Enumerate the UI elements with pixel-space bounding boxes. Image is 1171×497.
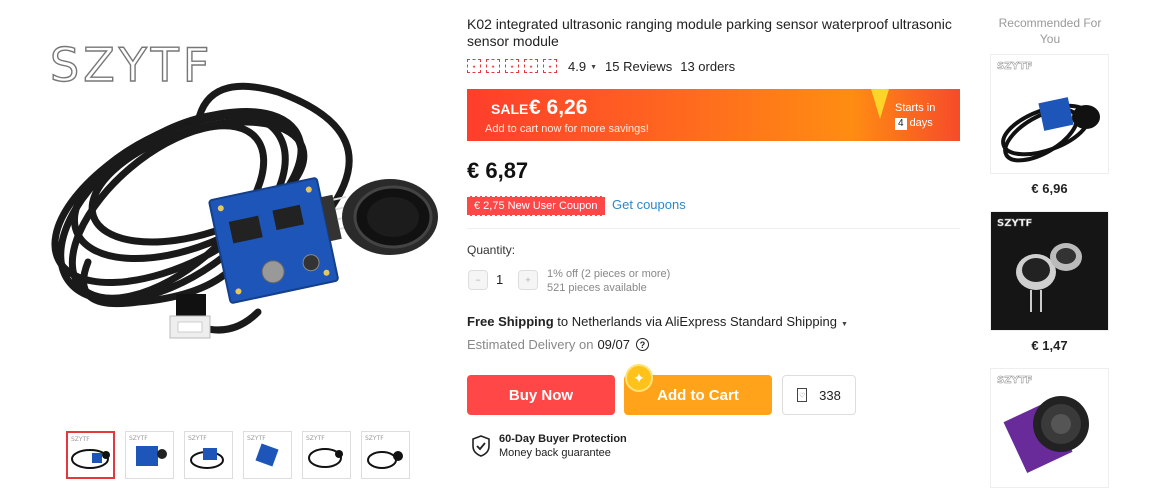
chevron-down-icon[interactable]: ▼ xyxy=(590,64,597,71)
quantity-increase-button[interactable]: + xyxy=(518,270,538,290)
rating-value: 4.9 xyxy=(568,58,587,74)
days-label: days xyxy=(909,117,933,129)
thumbnail-1[interactable]: SZYTF xyxy=(66,431,115,479)
buyer-protection-title: 60-Day Buyer Protection xyxy=(499,433,627,445)
star-icon: ★ xyxy=(524,59,538,73)
estimated-delivery: Estimated Delivery on 09/07 ? xyxy=(467,337,649,352)
divider xyxy=(467,228,960,229)
heart-icon: ♡ xyxy=(797,388,808,402)
wishlist-count: 338 xyxy=(819,387,841,403)
recommended-item-image xyxy=(1003,396,1089,473)
sale-countdown: Starts in 4 days xyxy=(895,101,935,131)
product-title: K02 integrated ultrasonic ranging module… xyxy=(467,16,952,49)
sale-price: € 6,26 xyxy=(529,96,588,119)
thumbnail-6[interactable]: SZYTF xyxy=(361,431,410,479)
recommended-item-price: € 1,47 xyxy=(1031,338,1068,353)
buy-now-button[interactable]: Buy Now xyxy=(467,375,615,415)
sale-label: SALE xyxy=(491,101,529,117)
star-icon: ★ xyxy=(505,59,519,73)
brand-watermark: SZYTF xyxy=(49,37,214,92)
recommended-item-image xyxy=(1016,243,1082,312)
quantity-note: 1% off (2 pieces or more) 521 pieces ava… xyxy=(547,267,670,295)
sale-subtext: Add to cart now for more savings! xyxy=(485,123,649,135)
days-count: 4 xyxy=(895,118,907,130)
bulk-discount-note: 1% off (2 pieces or more) xyxy=(547,268,671,280)
star-icon: ★ xyxy=(486,59,500,73)
estimated-delivery-date: 09/07 xyxy=(597,337,630,352)
quantity-decrease-button[interactable]: − xyxy=(468,270,488,290)
orders-count: 13 orders xyxy=(680,58,736,74)
shipping-details: to Netherlands via AliExpress Standard S… xyxy=(553,314,837,329)
sale-ribbon xyxy=(871,89,889,119)
buyer-protection-subtitle: Money back guarantee xyxy=(499,447,611,459)
reviews-link[interactable]: 15 Reviews xyxy=(605,59,672,74)
thumbnail-strip: SZYTF SZYTF SZYTF SZYTF SZYTF SZYTF xyxy=(66,431,410,481)
estimated-delivery-label: Estimated Delivery on xyxy=(467,337,594,352)
quantity-label: Quantity: xyxy=(467,243,516,257)
help-icon[interactable]: ? xyxy=(636,338,649,351)
starts-in-label: Starts in xyxy=(895,102,936,114)
product-price: € 6,87 xyxy=(467,158,529,183)
star-icon: ★ xyxy=(467,59,481,73)
chevron-down-icon[interactable]: ▼ xyxy=(841,321,848,328)
recommended-item[interactable]: SZYTF xyxy=(990,211,1109,331)
thumbnail-4[interactable]: SZYTF xyxy=(243,431,292,479)
thumbnail-3[interactable]: SZYTF xyxy=(184,431,233,479)
recommended-item-price: € 6,96 xyxy=(1031,181,1068,196)
sparkle-icon: ✦ xyxy=(625,364,653,392)
shipping-info: Free Shipping to Netherlands via AliExpr… xyxy=(467,314,848,329)
free-shipping-label: Free Shipping xyxy=(467,314,554,329)
star-icon: ★ xyxy=(543,59,557,73)
recommended-title: Recommended For You xyxy=(998,16,1102,46)
get-coupons-link[interactable]: Get coupons xyxy=(612,197,686,212)
shield-check-icon xyxy=(472,435,490,457)
recommended-item[interactable]: SZYTF xyxy=(990,54,1109,174)
recommended-item[interactable]: SZYTF xyxy=(990,368,1109,488)
pieces-available: 521 pieces available xyxy=(547,282,647,294)
thumbnail-2[interactable]: SZYTF xyxy=(125,431,174,479)
recommended-item-image xyxy=(1001,97,1100,163)
quantity-value[interactable]: 1 xyxy=(496,272,503,287)
wishlist-button[interactable]: ♡ 338 xyxy=(782,375,856,415)
rating-row: ★ ★ ★ ★ ★ 4.9 ▼ 15 Reviews 13 orders xyxy=(467,56,735,76)
new-user-coupon-badge[interactable]: € 2,75 New User Coupon xyxy=(467,196,605,216)
thumbnail-5[interactable]: SZYTF xyxy=(302,431,351,479)
sale-banner: SALE € 6,26 Add to cart now for more sav… xyxy=(467,89,960,141)
